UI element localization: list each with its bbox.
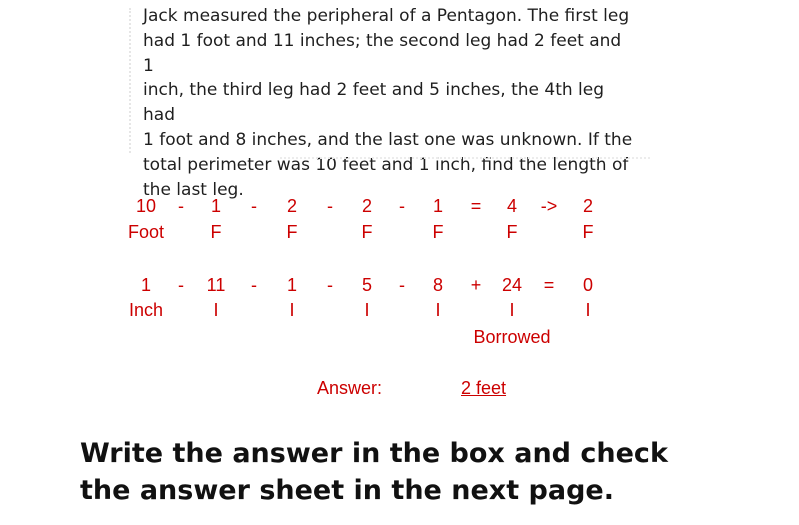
unit-label: F xyxy=(432,222,444,242)
unit-label: I xyxy=(435,300,441,320)
equals-sign: = xyxy=(470,196,482,216)
feet-term: 4 xyxy=(506,196,518,216)
unit-label: I xyxy=(364,300,370,320)
feet-term: 2 xyxy=(361,196,373,216)
inch-term: 11 xyxy=(206,275,226,295)
minus-sign: - xyxy=(251,275,257,295)
feet-row: 10 - 1 - 2 - 2 - 1 = 4 -> 2 xyxy=(0,196,799,220)
inch-term: 8 xyxy=(432,275,444,295)
equals-sign: = xyxy=(543,275,555,295)
inch-term: 1 xyxy=(140,275,152,295)
borrowed-label: Borrowed xyxy=(473,327,551,347)
problem-line: inch, the third leg had 2 feet and 5 inc… xyxy=(143,80,605,126)
inch-units-row: Inch I I I I I I xyxy=(0,300,799,324)
unit-label: Inch xyxy=(128,300,164,320)
arrow: -> xyxy=(540,196,558,216)
borrowed-note: Borrowed xyxy=(0,327,799,351)
feet-term: 1 xyxy=(210,196,222,216)
inch-row: 1 - 11 - 1 - 5 - 8 + 24 = 0 xyxy=(0,275,799,299)
inch-term: 24 xyxy=(501,275,523,295)
inch-term: 1 xyxy=(286,275,298,295)
instruction-text: Write the answer in the box and check th… xyxy=(80,435,680,509)
margin-dots xyxy=(129,8,132,153)
unit-label: F xyxy=(286,222,298,242)
feet-units-row: Foot F F F F F F xyxy=(0,222,799,246)
plus-sign: + xyxy=(470,275,482,295)
feet-term: 1 xyxy=(432,196,444,216)
problem-line: 1 foot and 8 inches, and the last one wa… xyxy=(143,129,633,150)
problem-line: had 1 foot and 11 inches; the second leg… xyxy=(143,30,622,76)
unit-label: I xyxy=(509,300,515,320)
minus-sign: - xyxy=(399,196,405,216)
instruction-line: the answer sheet in the next page. xyxy=(80,475,614,506)
problem-text: Jack measured the peripheral of a Pentag… xyxy=(143,4,633,202)
instruction-line: Write the answer in the box and check xyxy=(80,438,668,469)
unit-label: F xyxy=(361,222,373,242)
minus-sign: - xyxy=(178,196,184,216)
minus-sign: - xyxy=(251,196,257,216)
separator-dots xyxy=(280,157,650,160)
feet-term: 2 xyxy=(286,196,298,216)
inch-term: 5 xyxy=(361,275,373,295)
unit-label: I xyxy=(585,300,591,320)
unit-label: I xyxy=(213,300,219,320)
minus-sign: - xyxy=(327,196,333,216)
problem-line: Jack measured the peripheral of a Pentag… xyxy=(143,6,630,26)
unit-label: F xyxy=(210,222,222,242)
feet-term: 10 xyxy=(135,196,157,216)
unit-label: I xyxy=(289,300,295,320)
unit-label: F xyxy=(506,222,518,242)
minus-sign: - xyxy=(327,275,333,295)
unit-label: F xyxy=(582,222,594,242)
inch-result: 0 xyxy=(582,275,594,295)
answer-label: Answer: xyxy=(317,378,383,398)
feet-result: 2 xyxy=(582,196,594,216)
minus-sign: - xyxy=(399,275,405,295)
minus-sign: - xyxy=(178,275,184,295)
answer-value[interactable]: 2 feet xyxy=(461,378,506,399)
unit-label: Foot xyxy=(127,222,165,242)
